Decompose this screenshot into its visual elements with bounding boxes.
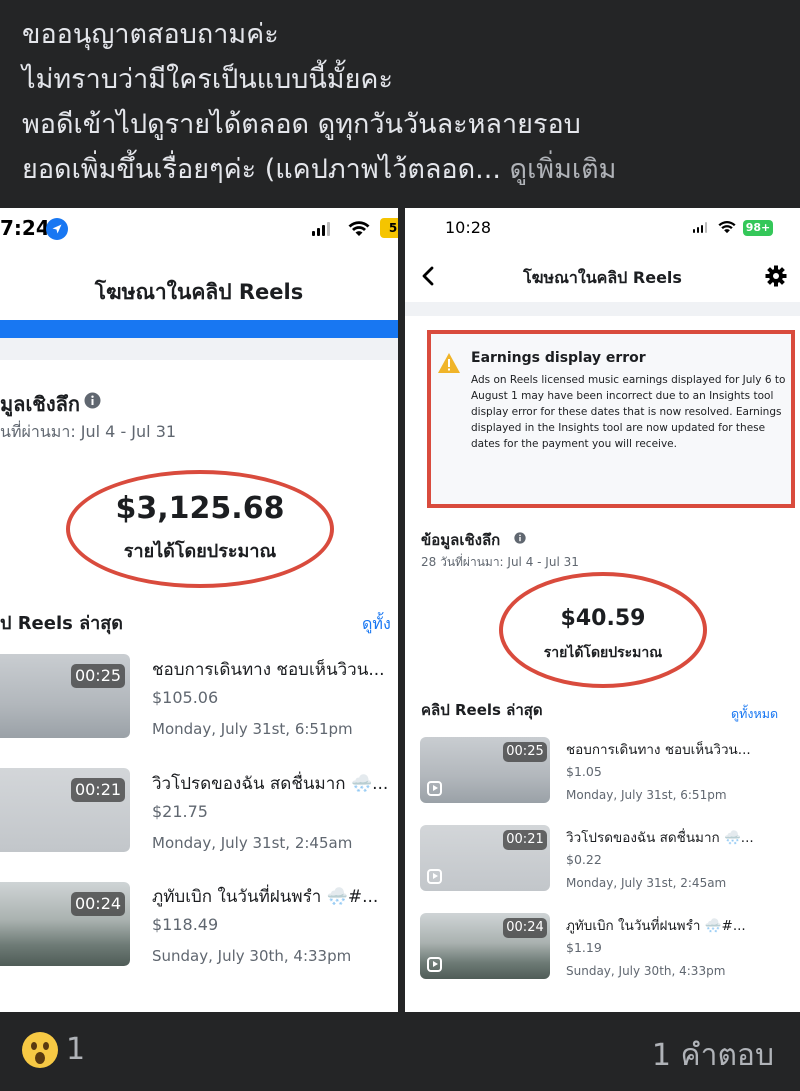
signal-icon [693, 222, 707, 233]
left-nav-title: โฆษณาในคลิป Reels [94, 280, 304, 304]
right-screenshot: 10:28 98+ โฆษณาในคลิป Reels Earnings dis… [405, 208, 800, 1012]
clip-thumbnail[interactable]: 00:24 [0, 882, 130, 966]
clip-earnings: $105.06 [152, 688, 219, 707]
post-line-4-text: ยอดเพิ่มขึ้นเรื่อยๆค่ะ (แคปภาพไว้ตลอด... [22, 154, 501, 185]
signal-icon [312, 222, 330, 236]
clip-date: Monday, July 31st, 2:45am [152, 834, 353, 852]
wow-face-icon[interactable] [22, 1032, 58, 1068]
replies-link[interactable]: 1 คำตอบ [652, 1032, 774, 1079]
clip-duration: 00:25 [503, 742, 547, 762]
clip-title: วิวโปรดของฉัน สดชื่นมาก 🌨️... [566, 830, 754, 846]
clip-thumbnail[interactable]: 00:24 [420, 913, 550, 979]
clip-title: ชอบการเดินทาง ชอบเห็นวิวน... [152, 660, 385, 680]
left-earnings-amount: $3,125.68 [115, 491, 285, 526]
clip-earnings: $1.19 [566, 940, 602, 955]
earnings-error-box: Earnings display error Ads on Reels lice… [427, 330, 795, 508]
right-date-range: 28 วันที่ผ่านมา: Jul 4 - Jul 31 [421, 555, 579, 569]
gear-icon[interactable] [765, 265, 787, 287]
clip-date: Sunday, July 30th, 4:33pm [566, 964, 726, 978]
info-icon[interactable] [514, 532, 526, 544]
battery-indicator: 98+ [743, 220, 773, 236]
clip-duration: 00:25 [71, 664, 125, 688]
right-divider-band [405, 302, 800, 316]
clip-thumbnail[interactable]: 00:21 [420, 825, 550, 891]
location-arrow-icon [46, 218, 68, 240]
wifi-icon [348, 221, 370, 236]
left-progress-bar [0, 320, 398, 338]
error-body: Ads on Reels licensed music earnings dis… [471, 374, 786, 450]
right-insights-label: ข้อมูลเชิงลึก [421, 531, 501, 549]
post-text: ขออนุญาตสอบถามค่ะ ไม่ทราบว่ามีใครเป็นแบบ… [22, 12, 792, 192]
right-nav-title: โฆษณาในคลิป Reels [523, 268, 682, 287]
right-earnings-amount: $40.59 [560, 606, 646, 631]
clip-thumbnail[interactable]: 00:21 [0, 768, 130, 852]
left-recent-reels-label: ป Reels ล่าสุด [0, 613, 123, 634]
clip-duration: 00:24 [503, 918, 547, 938]
left-status-time: 7:24 [0, 216, 50, 240]
reels-icon [427, 781, 442, 796]
left-highlight-oval [66, 470, 334, 588]
clip-title: ชอบการเดินทาง ชอบเห็นวิวน... [566, 742, 751, 758]
wifi-icon [718, 221, 736, 234]
post-line-1: ขออนุญาตสอบถามค่ะ [22, 19, 279, 50]
right-status-time: 10:28 [445, 218, 492, 237]
reels-icon [427, 869, 442, 884]
clip-date: Monday, July 31st, 2:45am [566, 876, 727, 890]
right-earnings-label: รายได้โดยประมาณ [543, 645, 663, 661]
clip-duration: 00:24 [71, 892, 125, 916]
clip-thumbnail[interactable]: 00:25 [420, 737, 550, 803]
right-see-all-link[interactable]: ดูทั้งหมด [731, 704, 778, 724]
clip-earnings: $118.49 [152, 915, 219, 934]
clip-title: ภูทับเบิก ในวันที่ฝนพรำ 🌨️#... [152, 887, 379, 907]
post-line-2: ไม่ทราบว่ามีใครเป็นแบบนี้มั้ยคะ [22, 64, 393, 95]
left-insights-label: มูลเชิงลึก [0, 392, 80, 416]
error-title: Earnings display error [471, 350, 646, 366]
left-date-range: นที่ผ่านมา: Jul 4 - Jul 31 [0, 422, 177, 441]
see-more-link[interactable]: ดูเพิ่มเติม [510, 154, 617, 185]
left-header-band [0, 320, 398, 360]
clip-earnings: $1.05 [566, 764, 602, 779]
reaction-count[interactable]: 1 [66, 1032, 85, 1067]
clip-earnings: $21.75 [152, 802, 208, 821]
left-see-all-link[interactable]: ดูทั้ง [362, 612, 391, 637]
reels-icon [427, 957, 442, 972]
clip-date: Sunday, July 30th, 4:33pm [152, 947, 352, 965]
left-earnings-label: รายได้โดยประมาณ [123, 541, 277, 562]
left-screenshot: 7:24 5 โฆษณาในคลิป Reels มูลเชิงลึก นที่… [0, 208, 398, 1012]
reaction-bar: 1 1 คำตอบ [0, 1012, 800, 1091]
right-status-bar: 10:28 98+ [405, 208, 800, 248]
left-status-bar: 7:24 5 [0, 208, 398, 248]
warning-icon [438, 353, 460, 373]
info-icon[interactable] [84, 392, 101, 409]
clip-earnings: $0.22 [566, 852, 602, 867]
battery-indicator: 5 [380, 218, 398, 238]
post-line-4: ยอดเพิ่มขึ้นเรื่อยๆค่ะ (แคปภาพไว้ตลอด...… [22, 147, 792, 192]
post-line-3: พอดีเข้าไปดูรายได้ตลอด ดูทุกวันวันละหลาย… [22, 109, 581, 140]
clip-date: Monday, July 31st, 6:51pm [566, 788, 727, 802]
clip-duration: 00:21 [503, 830, 547, 850]
right-recent-reels-label: คลิป Reels ล่าสุด [421, 701, 543, 719]
clip-date: Monday, July 31st, 6:51pm [152, 720, 353, 738]
clip-title: ภูทับเบิก ในวันที่ฝนพรำ 🌨️#... [566, 918, 746, 934]
clip-thumbnail[interactable]: 00:25 [0, 654, 130, 738]
clip-duration: 00:21 [71, 778, 125, 802]
clip-title: วิวโปรดของฉัน สดชื่นมาก 🌨️... [152, 774, 389, 794]
